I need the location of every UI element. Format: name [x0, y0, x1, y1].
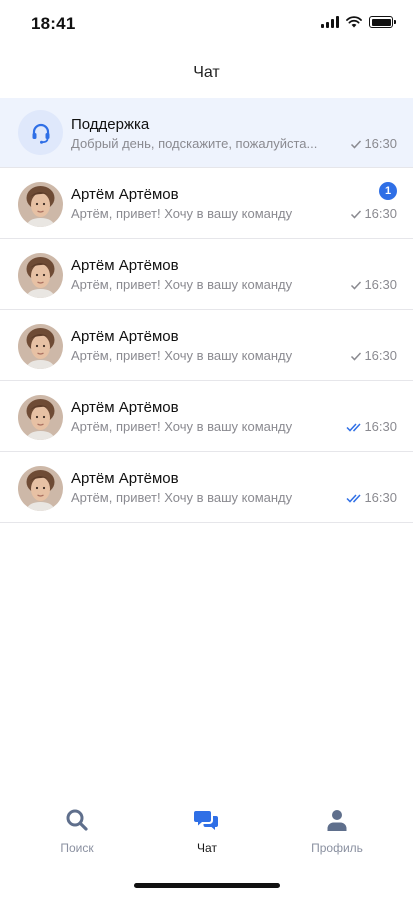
avatar	[18, 110, 63, 155]
status-time: 18:41	[31, 14, 76, 33]
chat-name: Артём Артёмов	[71, 186, 179, 203]
chat-row[interactable]: Артём Артёмов Артём, привет! Хочу в вашу …	[0, 452, 413, 523]
chat-preview: Артём, привет! Хочу в вашу команду	[71, 277, 293, 292]
chat-meta: 16:30	[350, 348, 397, 363]
tab-chat-label: Чат	[197, 841, 217, 855]
user-photo	[18, 253, 63, 298]
headset-icon	[32, 123, 49, 144]
chat-name: Артём Артёмов	[71, 399, 179, 416]
chat-name: Артём Артёмов	[71, 257, 179, 274]
chat-row-support[interactable]: Поддержка Добрый день, подскажите, пожалу…	[0, 98, 413, 168]
chat-preview: Добрый день, подскажите, пожалуйста...	[71, 136, 318, 151]
tab-search[interactable]: Поиск	[27, 808, 127, 855]
double-check-icon	[346, 493, 362, 503]
status-icons	[321, 16, 396, 28]
chat-list: Поддержка Добрый день, подскажите, пожалу…	[0, 98, 413, 523]
check-icon	[351, 139, 362, 149]
chat-icon	[194, 811, 218, 830]
avatar	[18, 253, 63, 298]
chat-name: Поддержка	[71, 116, 150, 133]
chat-preview: Артём, привет! Хочу в вашу команду	[71, 419, 293, 434]
chat-preview: Артём, привет! Хочу в вашу команду	[71, 348, 293, 363]
chat-meta: 16:30	[350, 277, 397, 292]
tab-chat[interactable]: Чат	[157, 808, 257, 855]
home-indicator	[134, 883, 280, 888]
chat-row[interactable]: Артём Артёмов Артём, привет! Хочу в вашу …	[0, 168, 413, 239]
tab-profile[interactable]: Профиль	[287, 808, 387, 855]
user-photo	[18, 324, 63, 369]
page-title: Чат	[193, 64, 220, 81]
wifi-icon	[346, 16, 362, 28]
chat-row[interactable]: Артём Артёмов Артём, привет! Хочу в вашу …	[0, 310, 413, 381]
chat-meta: 16:30	[346, 419, 397, 434]
chat-preview: Артём, привет! Хочу в вашу команду	[71, 490, 293, 505]
chat-meta: 16:30	[350, 206, 397, 221]
chat-preview: Артём, привет! Хочу в вашу команду	[71, 206, 293, 221]
avatar	[18, 182, 63, 227]
check-icon	[351, 351, 362, 361]
tab-bar: Поиск Чат Профиль	[0, 800, 413, 870]
check-icon	[351, 280, 362, 290]
chat-row[interactable]: Артём Артёмов Артём, привет! Хочу в вашу …	[0, 381, 413, 452]
double-check-icon	[346, 422, 362, 432]
tab-profile-label: Профиль	[311, 841, 363, 855]
avatar	[18, 395, 63, 440]
profile-icon	[327, 810, 347, 831]
chat-name: Артём Артёмов	[71, 470, 179, 487]
avatar	[18, 324, 63, 369]
status-bar: 18:41	[0, 0, 413, 50]
unread-badge: 1	[379, 182, 397, 200]
chat-meta: 16:30	[350, 136, 397, 151]
cellular-signal-icon	[321, 16, 339, 28]
search-icon	[66, 809, 88, 831]
chat-time: 16:30	[364, 136, 397, 151]
chat-name: Артём Артёмов	[71, 328, 179, 345]
check-icon	[351, 209, 362, 219]
chat-time: 16:30	[364, 348, 397, 363]
avatar	[18, 466, 63, 511]
user-photo	[18, 395, 63, 440]
user-photo	[18, 182, 63, 227]
chat-meta: 16:30	[346, 490, 397, 505]
tab-search-label: Поиск	[60, 841, 94, 855]
chat-time: 16:30	[364, 490, 397, 505]
chat-time: 16:30	[364, 277, 397, 292]
user-photo	[18, 466, 63, 511]
chat-time: 16:30	[364, 419, 397, 434]
chat-time: 16:30	[364, 206, 397, 221]
chat-row[interactable]: Артём Артёмов Артём, привет! Хочу в вашу …	[0, 239, 413, 310]
battery-icon	[369, 16, 396, 28]
